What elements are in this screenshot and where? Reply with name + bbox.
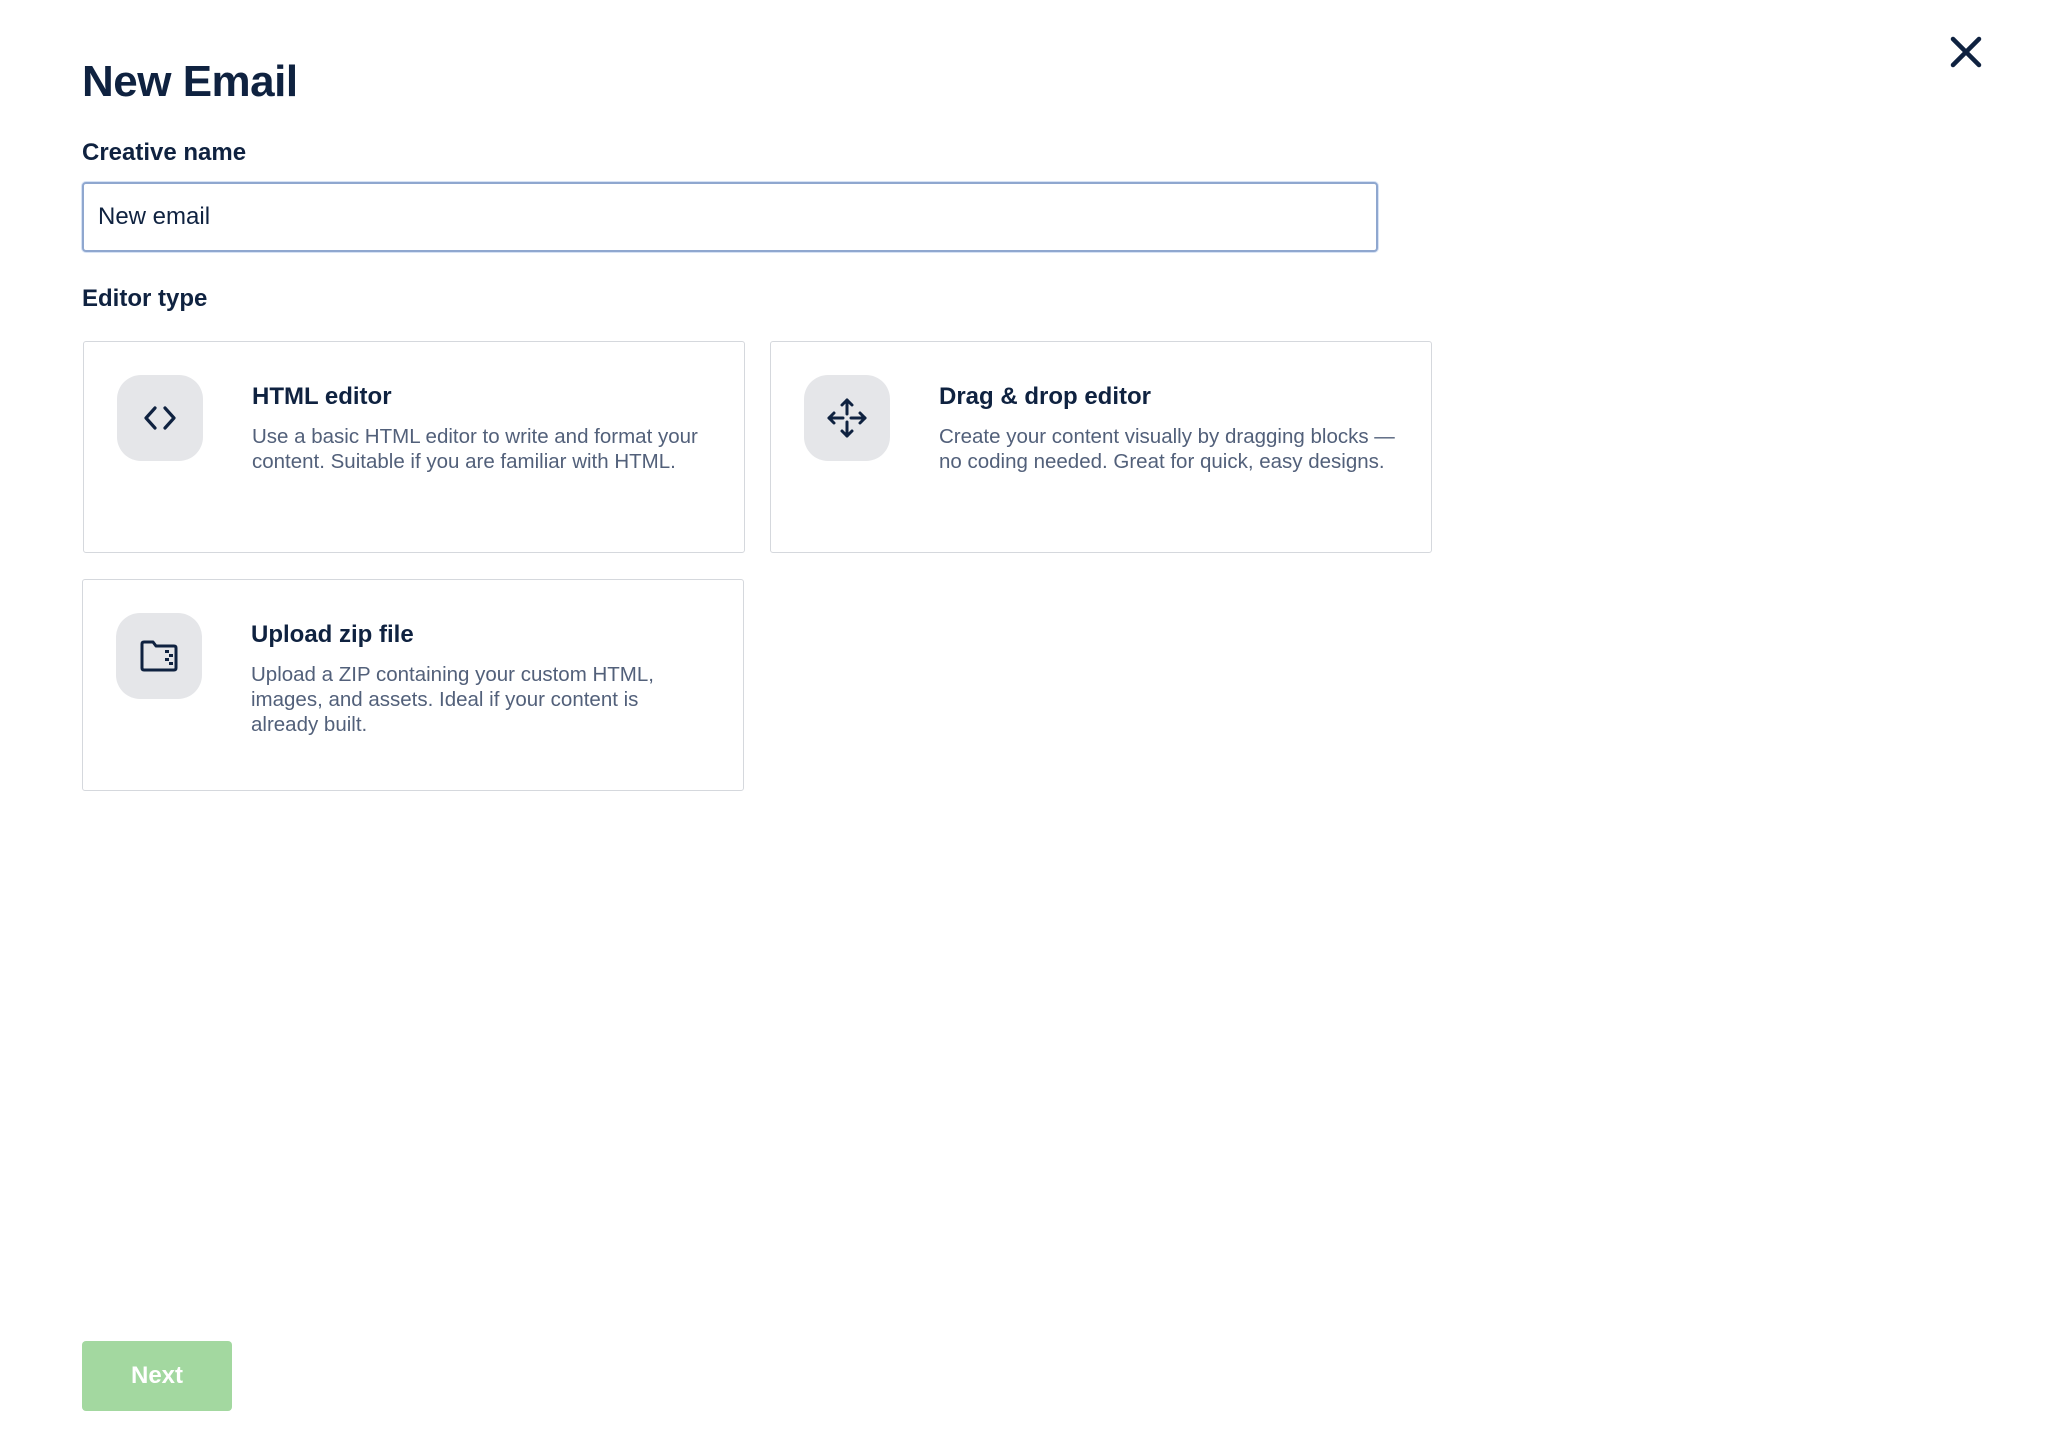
upload-zip-description: Upload a ZIP containing your custom HTML… [251,663,654,736]
next-button[interactable]: Next [82,1341,232,1411]
code-icon [144,406,176,430]
html-editor-icon-container [117,375,203,461]
upload-zip-title: Upload zip file [251,621,414,648]
html-editor-description: Use a basic HTML editor to write and for… [252,425,698,473]
upload-zip-card[interactable]: Upload zip file Upload a ZIP containing … [82,579,744,791]
html-editor-title: HTML editor [252,383,392,410]
html-editor-card[interactable]: HTML editor Use a basic HTML editor to w… [83,341,745,553]
close-button[interactable] [1946,32,1986,72]
editor-type-label: Editor type [82,285,208,312]
close-icon [1950,36,1982,68]
creative-name-input[interactable] [82,182,1378,252]
zip-folder-icon [140,640,178,672]
upload-zip-icon-container [116,613,202,699]
creative-name-label: Creative name [82,139,247,166]
move-arrows-icon [827,398,867,438]
drag-drop-editor-description: Create your content visually by dragging… [939,425,1395,473]
page-title: New Email [82,57,298,107]
drag-drop-editor-title: Drag & drop editor [939,383,1152,410]
drag-drop-icon-container [804,375,890,461]
drag-drop-editor-card[interactable]: Drag & drop editor Create your content v… [770,341,1432,553]
